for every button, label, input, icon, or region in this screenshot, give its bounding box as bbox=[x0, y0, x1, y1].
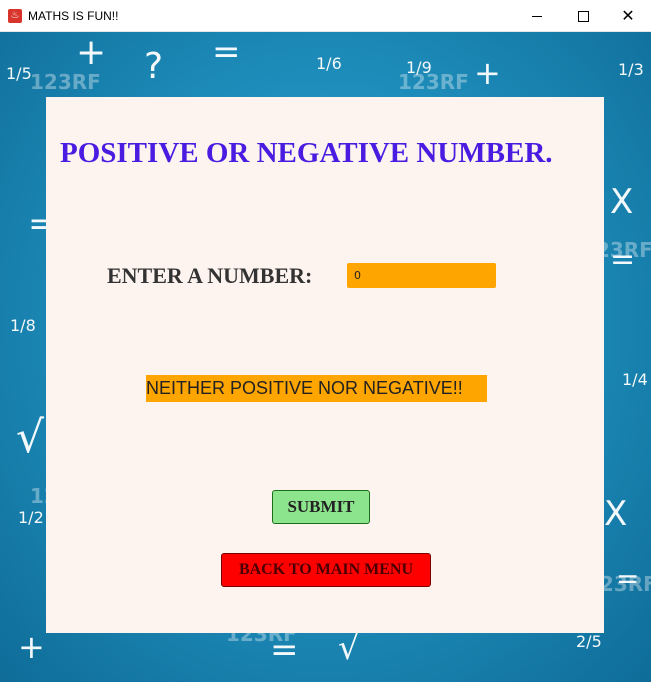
plus-doodle: + bbox=[474, 54, 501, 92]
submit-button[interactable]: SUBMIT bbox=[272, 490, 370, 524]
page-title: POSITIVE OR NEGATIVE NUMBER. bbox=[60, 137, 553, 169]
maximize-button[interactable] bbox=[560, 0, 606, 32]
x-doodle: X bbox=[604, 494, 628, 534]
fraction-doodle: 1/2 bbox=[18, 508, 44, 527]
equals-doodle: = bbox=[212, 32, 241, 72]
check-doodle: √ bbox=[338, 628, 360, 668]
fraction-doodle: 1/5 bbox=[6, 64, 32, 83]
fraction-doodle: 1/8 bbox=[10, 316, 36, 335]
java-app-icon: ♨ bbox=[8, 9, 22, 23]
enter-number-label: ENTER A NUMBER: bbox=[107, 263, 313, 288]
main-panel: POSITIVE OR NEGATIVE NUMBER. ENTER A NUM… bbox=[46, 97, 604, 633]
close-icon: ✕ bbox=[621, 6, 635, 25]
window-title: MATHS IS FUN!! bbox=[28, 9, 119, 23]
back-to-main-menu-button[interactable]: BACK TO MAIN MENU bbox=[221, 553, 431, 587]
watermark: 123RF bbox=[398, 70, 469, 94]
window-titlebar[interactable]: ♨ MATHS IS FUN!! ✕ bbox=[0, 0, 651, 32]
minimize-icon bbox=[532, 15, 542, 17]
fraction-doodle: 2/5 bbox=[576, 632, 602, 651]
fraction-doodle: 1/6 bbox=[316, 54, 342, 73]
plus-doodle: + bbox=[18, 628, 45, 666]
fraction-doodle: 1/4 bbox=[622, 370, 648, 389]
x-doodle: X bbox=[610, 182, 634, 222]
watermark: 123RF bbox=[30, 70, 101, 94]
fraction-doodle: 1/3 bbox=[618, 60, 644, 79]
result-label: NEITHER POSITIVE NOR NEGATIVE!! bbox=[146, 375, 487, 402]
minimize-button[interactable] bbox=[514, 0, 560, 32]
question-doodle: ? bbox=[144, 46, 164, 87]
number-input[interactable] bbox=[347, 263, 496, 288]
maximize-icon bbox=[577, 10, 589, 22]
close-button[interactable]: ✕ bbox=[605, 0, 651, 32]
plus-doodle: + bbox=[76, 32, 107, 73]
check-doodle: √ bbox=[16, 412, 45, 463]
